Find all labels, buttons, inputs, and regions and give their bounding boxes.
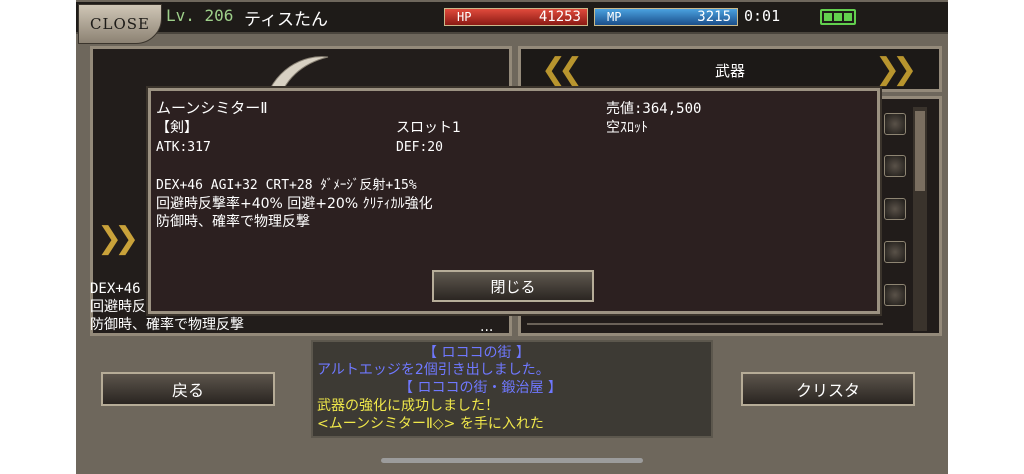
level-label: Lv. 206: [166, 6, 234, 25]
item-name: ムーンシミターⅡ: [156, 99, 268, 117]
log-line: 【 ロココの街 】: [423, 345, 530, 361]
bonus-line: 防御時、確率で物理反撃: [156, 214, 310, 230]
item-slot: スロット1: [396, 120, 461, 136]
log-line: アルトエッジを2個引き出しました。: [317, 362, 550, 378]
hp-value: 41253: [538, 9, 581, 25]
chevron-right-icon[interactable]: ❯❯: [97, 221, 139, 256]
hp-label: HP: [457, 10, 472, 24]
def-stat: DEF:20: [396, 140, 443, 155]
player-name: ティスたん: [244, 10, 328, 30]
prev-category-icon[interactable]: ❮❮: [541, 52, 583, 87]
sell-price: 売値:364,500: [606, 101, 702, 117]
mp-bar: MP 3215: [594, 8, 738, 26]
list-item-button[interactable]: [884, 155, 906, 177]
summary-line: 防御時、確率で物理反撃: [90, 317, 244, 333]
scrollbar-thumb[interactable]: [915, 111, 925, 191]
battery-cell: [824, 13, 832, 21]
list-item-button[interactable]: [884, 284, 906, 306]
summary-ellipsis: ...: [480, 319, 494, 335]
close-button[interactable]: CLOSE: [78, 4, 162, 44]
next-category-icon[interactable]: ❯❯: [875, 52, 917, 87]
battery-icon: [820, 9, 856, 25]
battery-cell: [834, 13, 842, 21]
log-line: 【 ロココの街・鍛治屋 】: [399, 380, 562, 396]
popup-close-button[interactable]: 閉じる: [432, 270, 594, 302]
scrollbar[interactable]: [913, 107, 927, 331]
battery-cell: [844, 13, 852, 21]
atk-stat: ATK:317: [156, 140, 211, 155]
crysta-button[interactable]: クリスタ: [741, 372, 915, 406]
log-line: <ムーンシミターⅡ◇> を手に入れた: [317, 416, 544, 432]
list-item-button[interactable]: [884, 198, 906, 220]
slot-state: 空ｽﾛｯﾄ: [606, 120, 648, 136]
list-item-button[interactable]: [884, 113, 906, 135]
back-button[interactable]: 戻る: [101, 372, 275, 406]
mp-label: MP: [607, 10, 622, 24]
category-label: 武器: [714, 62, 745, 80]
mp-value: 3215: [697, 9, 731, 25]
home-indicator[interactable]: [381, 458, 643, 463]
list-divider: [527, 323, 883, 325]
log-line: 武器の強化に成功しました！: [317, 398, 499, 414]
bonus-line: DEX+46 AGI+32 CRT+28 ﾀﾞﾒｰｼﾞ反射+15%: [156, 178, 417, 193]
list-item-button[interactable]: [884, 241, 906, 263]
item-type: 【剣】: [156, 120, 198, 136]
bonus-line: 回避時反撃率+40% 回避+20% ｸﾘﾃｨｶﾙ強化: [156, 196, 433, 212]
message-log: 【 ロココの街 】 アルトエッジを2個引き出しました。 【 ロココの街・鍛治屋 …: [311, 340, 713, 438]
hp-bar: HP 41253: [444, 8, 588, 26]
timer: 0:01: [744, 7, 781, 25]
